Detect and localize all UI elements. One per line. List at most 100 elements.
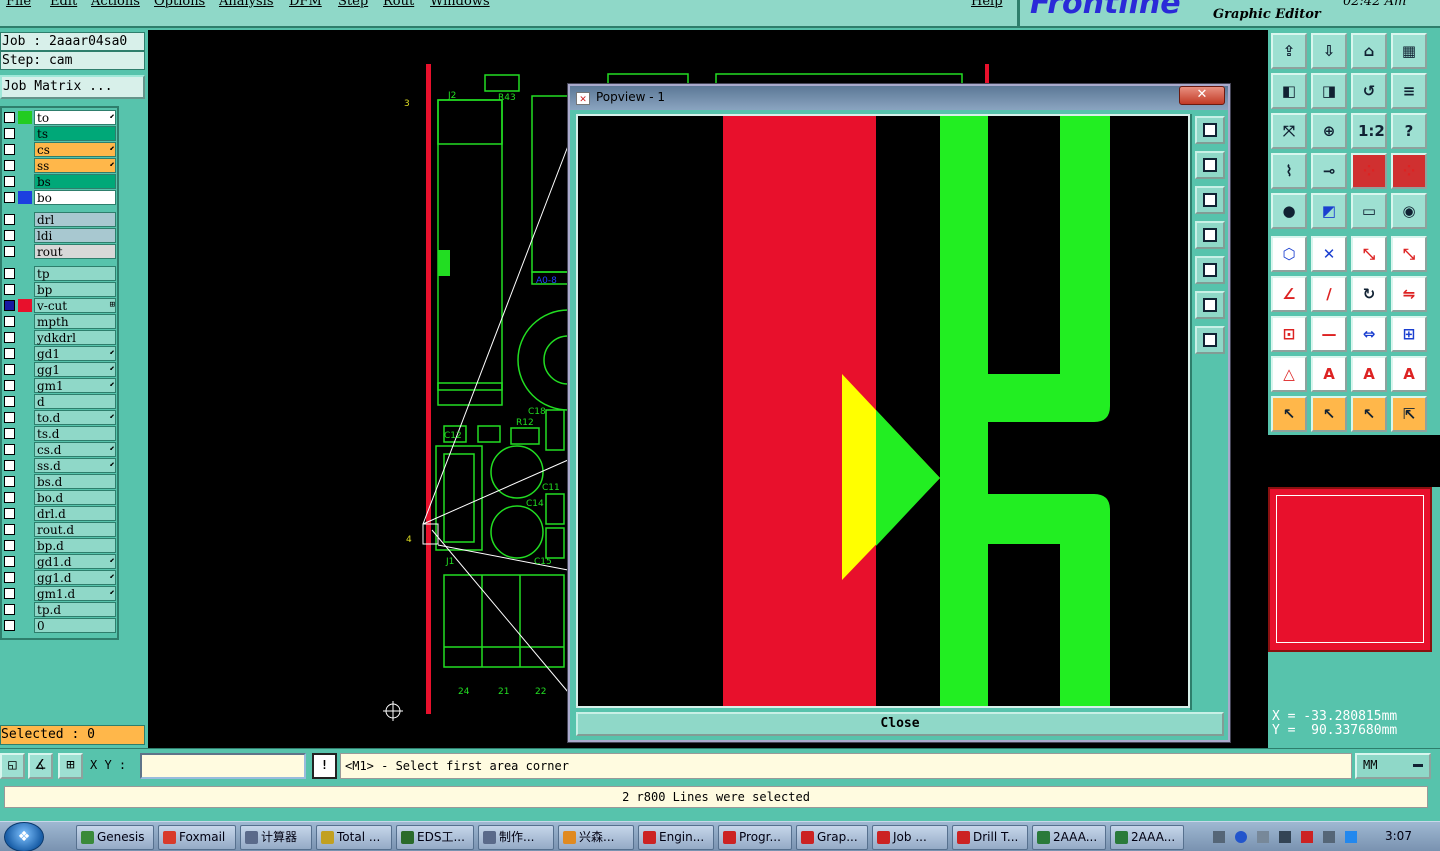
- layer-name[interactable]: bs.d: [34, 474, 116, 489]
- layer-row[interactable]: ss ⬋: [2, 158, 118, 173]
- pv-up-button[interactable]: [1195, 151, 1225, 179]
- mirror-button[interactable]: ⇋: [1391, 276, 1427, 312]
- layer-checkbox[interactable]: [4, 380, 15, 391]
- layer-name[interactable]: rout: [34, 244, 116, 259]
- layer-row[interactable]: mpth: [2, 314, 118, 329]
- layer-row[interactable]: gm1.d ⬋: [2, 586, 118, 601]
- layer-checkbox[interactable]: [4, 300, 15, 311]
- layer-checkbox[interactable]: [4, 230, 15, 241]
- layer-row[interactable]: ts.d: [2, 426, 118, 441]
- layer-color-swatch[interactable]: [18, 555, 32, 568]
- layer-checkbox[interactable]: [4, 572, 15, 583]
- layer-row[interactable]: drl: [2, 212, 118, 227]
- layer-row[interactable]: drl.d: [2, 506, 118, 521]
- overview-minimap[interactable]: [1268, 487, 1432, 652]
- layer-color-swatch[interactable]: [18, 111, 32, 124]
- layer-checkbox[interactable]: [4, 364, 15, 375]
- layer-row[interactable]: gd1.d ⬋: [2, 554, 118, 569]
- layer-row[interactable]: bo: [2, 190, 118, 205]
- zoom-1-2-button[interactable]: 1:2: [1351, 113, 1387, 149]
- layer-color-swatch[interactable]: [18, 143, 32, 156]
- layer-color-swatch[interactable]: [18, 619, 32, 632]
- pan-left-button[interactable]: ◧: [1271, 73, 1307, 109]
- system-clock[interactable]: 3:07: [1385, 829, 1412, 843]
- layer-row[interactable]: ts: [2, 126, 118, 141]
- layer-color-swatch[interactable]: [18, 363, 32, 376]
- layer-checkbox[interactable]: [4, 444, 15, 455]
- menu-help[interactable]: Help: [971, 0, 1003, 9]
- popview-titlebar[interactable]: ✕ Popview - 1 ✕: [570, 86, 1228, 110]
- layer-name[interactable]: v-cut: [34, 298, 116, 313]
- menu-file[interactable]: File: [6, 0, 31, 9]
- taskbar-item[interactable]: Genesis: [76, 825, 154, 850]
- layer-color-swatch[interactable]: [18, 159, 32, 172]
- menu-options[interactable]: Options: [154, 0, 205, 9]
- start-button[interactable]: ❖: [4, 822, 44, 851]
- pv-fit-button[interactable]: [1195, 291, 1225, 319]
- layer-checkbox[interactable]: [4, 246, 15, 257]
- layer-checkbox[interactable]: [4, 316, 15, 327]
- popview-window[interactable]: ✕ Popview - 1 ✕ Close: [568, 84, 1230, 742]
- layer-row[interactable]: bp: [2, 282, 118, 297]
- show-hidden-icon[interactable]: [1279, 831, 1291, 843]
- taskbar-item[interactable]: Progr...: [718, 825, 792, 850]
- layer-name[interactable]: bs: [34, 174, 116, 189]
- layer-checkbox[interactable]: [4, 476, 15, 487]
- popview-close-x-button[interactable]: ✕: [1179, 86, 1225, 105]
- layer-checkbox[interactable]: [4, 348, 15, 359]
- layer-checkbox[interactable]: [4, 556, 15, 567]
- popview-close-button[interactable]: Close: [576, 712, 1224, 736]
- grid-button[interactable]: ▦: [1391, 33, 1427, 69]
- taskbar-item[interactable]: EDS工...: [396, 825, 474, 850]
- layer-row[interactable]: gd1 ⬋: [2, 346, 118, 361]
- pad-button[interactable]: ◉: [1391, 193, 1427, 229]
- text-a3-button[interactable]: A: [1391, 356, 1427, 392]
- layer-name[interactable]: ss: [34, 158, 116, 173]
- cross-button[interactable]: ✕: [1311, 236, 1347, 272]
- pad-group-button[interactable]: ⊞: [1391, 316, 1427, 352]
- taskbar-item[interactable]: 兴森...: [558, 825, 634, 850]
- taskbar-item[interactable]: 2AAA...: [1110, 825, 1184, 850]
- layer-row[interactable]: ydkdrl: [2, 330, 118, 345]
- layer-color-swatch[interactable]: [18, 395, 32, 408]
- text-a-button[interactable]: A: [1311, 356, 1347, 392]
- pointer-move-button[interactable]: ⇱: [1391, 396, 1427, 432]
- menu-dfm[interactable]: DFM: [289, 0, 322, 9]
- layer-checkbox[interactable]: [4, 112, 15, 123]
- layer-color-swatch[interactable]: [18, 459, 32, 472]
- layer-row[interactable]: to ⬋: [2, 110, 118, 125]
- menu-edit[interactable]: Edit: [50, 0, 77, 9]
- layer-color-swatch[interactable]: [18, 603, 32, 616]
- taskbar-item[interactable]: Drill T...: [952, 825, 1028, 850]
- taskbar-item[interactable]: 计算器: [240, 825, 312, 850]
- menu-step[interactable]: Step: [338, 0, 368, 9]
- layer-name[interactable]: ydkdrl: [34, 330, 116, 345]
- zoom-fit-button[interactable]: ⤧: [1271, 113, 1307, 149]
- pv-zoom-in-button[interactable]: [1195, 116, 1225, 144]
- layer-color-swatch[interactable]: [18, 507, 32, 520]
- layer-name[interactable]: rout.d: [34, 522, 116, 537]
- layer-name[interactable]: ss.d: [34, 458, 116, 473]
- layer-name[interactable]: gg1.d: [34, 570, 116, 585]
- keyboard-icon[interactable]: [1213, 831, 1225, 843]
- layer-name[interactable]: bp: [34, 282, 116, 297]
- layer-checkbox[interactable]: [4, 604, 15, 615]
- layer-checkbox[interactable]: [4, 284, 15, 295]
- node-button[interactable]: ⬡: [1271, 236, 1307, 272]
- layer-name[interactable]: bp.d: [34, 538, 116, 553]
- text-a2-button[interactable]: A: [1351, 356, 1387, 392]
- layer-color-swatch[interactable]: [18, 347, 32, 360]
- measure-button[interactable]: ⌇: [1271, 153, 1307, 189]
- resize-button[interactable]: ⇔: [1351, 316, 1387, 352]
- layer-checkbox[interactable]: [4, 214, 15, 225]
- layer-checkbox[interactable]: [4, 588, 15, 599]
- pin-button[interactable]: ⊸: [1311, 153, 1347, 189]
- layer-name[interactable]: ts: [34, 126, 116, 141]
- layer-name[interactable]: tp.d: [34, 602, 116, 617]
- layer-name[interactable]: bo: [34, 190, 116, 205]
- layer-color-swatch[interactable]: [18, 571, 32, 584]
- layer-row[interactable]: tp: [2, 266, 118, 281]
- layer-name[interactable]: to: [34, 110, 116, 125]
- layer-row[interactable]: ss.d ⬋: [2, 458, 118, 473]
- pointer-diag-button[interactable]: ↖: [1351, 396, 1387, 432]
